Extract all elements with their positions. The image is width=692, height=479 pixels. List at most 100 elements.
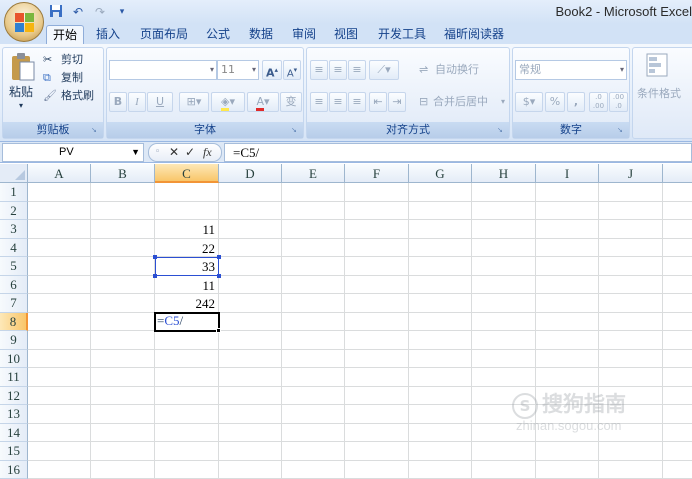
clipboard-group: 粘贴 ▾ ✂ 剪切 ⧉ 复制 🖌 格式刷 剪贴板 ↘ bbox=[2, 47, 104, 139]
row-header-2[interactable]: 2 bbox=[0, 201, 28, 220]
dialog-launcher-icon[interactable]: ↘ bbox=[617, 126, 626, 135]
column-header-B[interactable]: B bbox=[91, 164, 155, 183]
font-color-button[interactable]: A▾ bbox=[247, 92, 279, 112]
row-header-15[interactable]: 15 bbox=[0, 442, 28, 461]
format-painter-button[interactable]: 🖌 格式刷 bbox=[43, 88, 105, 104]
row-header-11[interactable]: 11 bbox=[0, 368, 28, 387]
ref-handle[interactable] bbox=[217, 274, 221, 278]
align-bottom-icon[interactable]: ≡ bbox=[348, 60, 366, 80]
increase-indent-icon[interactable]: ⇥ bbox=[388, 92, 406, 112]
tab-foxit-reader[interactable]: 福昕阅读器 bbox=[438, 25, 510, 44]
row-header-3[interactable]: 3 bbox=[0, 220, 28, 239]
fill-color-button[interactable]: ◈▾ bbox=[211, 92, 245, 112]
decrease-decimal-button[interactable]: .00 .0 bbox=[609, 92, 628, 112]
formula-input[interactable]: =C5/ bbox=[224, 143, 692, 162]
column-header-partial[interactable] bbox=[663, 164, 692, 183]
wrap-text-button[interactable]: ⇌ 自动换行 bbox=[417, 60, 507, 80]
column-header-A[interactable]: A bbox=[28, 164, 91, 183]
row-header-8[interactable]: 8 bbox=[0, 312, 28, 331]
dialog-launcher-icon[interactable]: ↘ bbox=[91, 126, 100, 135]
tab-data[interactable]: 数据 bbox=[243, 25, 279, 44]
row-header-12[interactable]: 12 bbox=[0, 386, 28, 405]
bold-button[interactable]: B bbox=[109, 92, 127, 112]
column-header-C[interactable]: C bbox=[155, 164, 219, 183]
dialog-launcher-icon[interactable]: ↘ bbox=[497, 126, 506, 135]
name-box[interactable]: PV ▼ bbox=[2, 143, 144, 162]
column-header-J[interactable]: J bbox=[599, 164, 663, 183]
row-header-9[interactable]: 9 bbox=[0, 331, 28, 350]
tab-view[interactable]: 视图 bbox=[328, 25, 364, 44]
insert-function-button[interactable]: fx bbox=[203, 144, 212, 161]
office-button[interactable] bbox=[4, 2, 44, 42]
paste-button[interactable]: 粘贴 ▾ bbox=[6, 50, 40, 116]
cancel-entry-button[interactable]: ✕ bbox=[169, 144, 179, 161]
row-header-16[interactable]: 16 bbox=[0, 460, 28, 479]
row-header-4[interactable]: 4 bbox=[0, 238, 28, 257]
row-header-6[interactable]: 6 bbox=[0, 275, 28, 294]
copy-button[interactable]: ⧉ 复制 bbox=[43, 70, 103, 86]
borders-button[interactable]: ⊞▾ bbox=[179, 92, 209, 112]
align-middle-icon[interactable]: ≡ bbox=[329, 60, 347, 80]
column-header-G[interactable]: G bbox=[409, 164, 472, 183]
enter-entry-button[interactable]: ✓ bbox=[185, 144, 195, 161]
cell-C6[interactable]: 11 bbox=[155, 277, 218, 295]
row-header-5[interactable]: 5 bbox=[0, 257, 28, 276]
fill-handle[interactable] bbox=[216, 328, 221, 333]
dialog-launcher-icon[interactable]: ↘ bbox=[291, 126, 300, 135]
column-header-D[interactable]: D bbox=[219, 164, 282, 183]
row-header-10[interactable]: 10 bbox=[0, 349, 28, 368]
ref-handle[interactable] bbox=[153, 274, 157, 278]
tab-review[interactable]: 审阅 bbox=[286, 25, 322, 44]
number-format-value: 常规 bbox=[519, 63, 541, 76]
customize-qat-icon[interactable]: ▾ bbox=[114, 4, 130, 20]
column-header-H[interactable]: H bbox=[472, 164, 536, 183]
ref-handle[interactable] bbox=[153, 255, 157, 259]
row-header-7[interactable]: 7 bbox=[0, 294, 28, 313]
tab-insert[interactable]: 插入 bbox=[90, 25, 126, 44]
select-all-button[interactable] bbox=[0, 164, 28, 183]
column-header-E[interactable]: E bbox=[282, 164, 345, 183]
orientation-icon[interactable]: ⟋▾ bbox=[369, 60, 399, 80]
cell-C3[interactable]: 11 bbox=[155, 221, 218, 239]
align-top-icon[interactable]: ≡ bbox=[310, 60, 328, 80]
currency-format-icon[interactable]: $▾ bbox=[515, 92, 543, 112]
save-icon[interactable] bbox=[48, 4, 64, 20]
italic-button[interactable]: I bbox=[128, 92, 146, 112]
font-size-combo[interactable]: 11 ▾ bbox=[217, 60, 259, 80]
wrap-text-label: 自动换行 bbox=[435, 63, 479, 76]
grow-font-button[interactable]: A▴ bbox=[262, 60, 282, 80]
grid-line bbox=[28, 293, 692, 294]
shrink-font-button[interactable]: A▾ bbox=[283, 60, 301, 80]
underline-button[interactable]: U bbox=[147, 92, 173, 112]
column-header-F[interactable]: F bbox=[345, 164, 409, 183]
cut-button[interactable]: ✂ 剪切 bbox=[43, 52, 103, 68]
decrease-indent-icon[interactable]: ⇤ bbox=[369, 92, 387, 112]
row-header-14[interactable]: 14 bbox=[0, 423, 28, 442]
font-name-combo[interactable]: ▾ bbox=[109, 60, 217, 80]
conditional-format-button[interactable]: 条件格式 bbox=[635, 50, 692, 110]
align-right-icon[interactable]: ≡ bbox=[348, 92, 366, 112]
tab-page-layout[interactable]: 页面布局 bbox=[134, 25, 194, 44]
undo-icon[interactable]: ↶ bbox=[70, 4, 86, 20]
worksheet-grid[interactable]: ABCDEFGHIJ 1 2 3 4 5 6 7 8 9 10 11 12 13 14 15 16 11 22… bbox=[0, 164, 692, 479]
percent-button[interactable]: % bbox=[545, 92, 565, 112]
align-center-icon[interactable]: ≡ bbox=[329, 92, 347, 112]
tab-developer[interactable]: 开发工具 bbox=[372, 25, 432, 44]
comma-button[interactable]: , bbox=[567, 92, 585, 112]
redo-icon[interactable]: ↷ bbox=[92, 4, 108, 20]
merge-center-button[interactable]: ⊟ 合并后居中 ▾ bbox=[417, 92, 509, 112]
cell-C4[interactable]: 22 bbox=[155, 240, 218, 258]
row-header-13[interactable]: 13 bbox=[0, 405, 28, 424]
number-format-combo[interactable]: 常规 ▾ bbox=[515, 60, 627, 80]
active-cell-editor[interactable]: =C5/ bbox=[154, 312, 220, 332]
tab-home[interactable]: 开始 bbox=[46, 25, 85, 44]
column-header-I[interactable]: I bbox=[536, 164, 599, 183]
cell-C7[interactable]: 242 bbox=[155, 295, 218, 313]
grid-line bbox=[28, 274, 692, 276]
phonetic-button[interactable]: 变 bbox=[280, 92, 302, 112]
ref-handle[interactable] bbox=[217, 255, 221, 259]
tab-formulas[interactable]: 公式 bbox=[200, 25, 236, 44]
increase-decimal-button[interactable]: .0 .00 bbox=[589, 92, 608, 112]
row-header-1[interactable]: 1 bbox=[0, 183, 28, 202]
align-left-icon[interactable]: ≡ bbox=[310, 92, 328, 112]
